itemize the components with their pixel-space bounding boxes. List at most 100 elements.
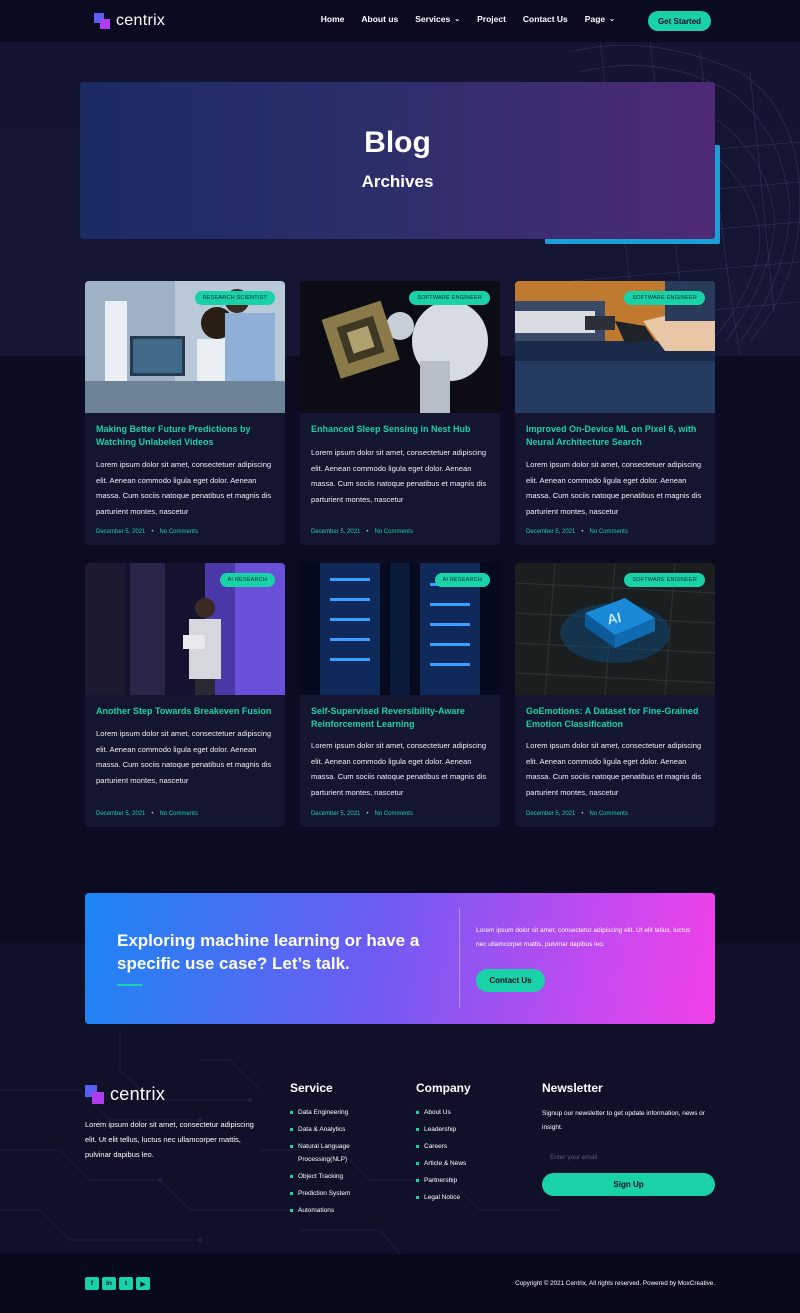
post-meta: December 5, 2021 • No Comments: [311, 529, 413, 535]
nav-item-label: About us: [361, 14, 399, 24]
post-title[interactable]: Improved On-Device ML on Pixel 6, with N…: [526, 423, 706, 448]
hero-banner: [80, 82, 715, 239]
nav-item-project[interactable]: Project: [477, 14, 506, 24]
post-comments-link[interactable]: No Comments: [374, 811, 412, 817]
post-date[interactable]: December 5, 2021: [96, 811, 145, 817]
blog-post-card[interactable]: Software Engineer Improved On-Device ML o…: [515, 281, 715, 545]
category-badge[interactable]: Software Engineer: [409, 291, 490, 305]
company-link[interactable]: Partnership: [416, 1174, 511, 1187]
cta-underline: [117, 984, 142, 986]
link-label: Careers: [424, 1143, 448, 1150]
meta-separator-dot: •: [581, 811, 584, 817]
blog-post-card[interactable]: Research Scientist Making Better Future P…: [85, 281, 285, 545]
service-link[interactable]: Data Engineering: [290, 1106, 385, 1119]
post-date[interactable]: December 5, 2021: [526, 529, 575, 535]
footer-brand-name: centrix: [110, 1084, 166, 1104]
meta-separator-dot: •: [151, 529, 154, 535]
company-link[interactable]: About Us: [416, 1106, 511, 1119]
company-link[interactable]: Leadership: [416, 1123, 511, 1136]
nav-menu: Home About us Services ⌄ Project Contact Us Pa…: [321, 14, 615, 24]
company-link[interactable]: Article & News: [416, 1157, 511, 1170]
service-link[interactable]: Natural Language Processing(NLP): [290, 1140, 385, 1166]
blog-post-card[interactable]: Software Engineer Enhanced Sleep Sensing …: [300, 281, 500, 545]
post-excerpt: Lorem ipsum dolor sit amet, consectetuer…: [96, 460, 272, 516]
contact-us-button[interactable]: Contact Us: [476, 969, 545, 992]
chevron-down-icon: ⌄: [609, 16, 615, 23]
footer-logo[interactable]: centrix: [85, 1084, 165, 1105]
copyright-text: Copyright © 2021 Centrix, All rights res…: [515, 1280, 715, 1287]
post-title[interactable]: Another Step Towards Breakeven Fusion: [96, 705, 276, 718]
blog-post-card[interactable]: AI Research Another Step Towards Breakeve…: [85, 563, 285, 827]
category-badge[interactable]: Software Engineer: [624, 291, 705, 305]
cta-divider: [459, 908, 460, 1008]
post-date[interactable]: December 5, 2021: [96, 529, 145, 535]
bullet-square-icon: [416, 1162, 419, 1165]
sign-up-button[interactable]: Sign Up: [542, 1173, 715, 1196]
nav-item-label: Home: [320, 14, 345, 24]
nav-item-about-us[interactable]: About us: [361, 14, 398, 24]
bullet-square-icon: [290, 1192, 293, 1195]
company-link[interactable]: Careers: [416, 1140, 511, 1153]
nav-item-contact-us[interactable]: Contact Us: [523, 14, 568, 24]
company-link[interactable]: Legal Notice: [416, 1191, 511, 1204]
post-date[interactable]: December 5, 2021: [526, 811, 575, 817]
post-comments-link[interactable]: No Comments: [589, 811, 627, 817]
linkedin-icon[interactable]: in: [102, 1277, 116, 1290]
service-link[interactable]: Automations: [290, 1204, 385, 1217]
link-label: Legal Notice: [424, 1194, 461, 1201]
nav-item-label: Services: [415, 14, 451, 24]
bullet-square-icon: [290, 1175, 293, 1178]
link-label: Prediction System: [298, 1190, 351, 1197]
footer-about-text: Lorem ipsum dolor sit amet, consectetur …: [85, 1120, 254, 1159]
bullet-square-icon: [416, 1179, 419, 1182]
link-label: Object Tracking: [298, 1173, 344, 1180]
post-meta: December 5, 2021 • No Comments: [96, 811, 198, 817]
bullet-square-icon: [416, 1196, 419, 1199]
get-started-button[interactable]: Get Started: [648, 11, 711, 31]
cta-title: Exploring machine learning or have a spe…: [117, 931, 420, 973]
logo-mark-icon: [85, 1085, 104, 1104]
logo-mark-icon: [94, 13, 110, 29]
post-meta: December 5, 2021 • No Comments: [311, 811, 413, 817]
post-date[interactable]: December 5, 2021: [311, 811, 360, 817]
category-badge[interactable]: AI Research: [219, 573, 275, 587]
blog-post-card[interactable]: AI Research Self-Supervised Reversibility…: [300, 563, 500, 827]
brand-logo[interactable]: centrix: [94, 12, 165, 30]
service-link[interactable]: Data & Analytics: [290, 1123, 385, 1136]
post-comments-link[interactable]: No Comments: [159, 529, 197, 535]
brand-name: centrix: [116, 12, 166, 29]
service-link[interactable]: Prediction System: [290, 1187, 385, 1200]
post-meta: December 5, 2021 • No Comments: [526, 529, 628, 535]
nav-item-label: Page: [584, 14, 606, 24]
link-label: About Us: [424, 1109, 451, 1116]
service-link[interactable]: Object Tracking: [290, 1170, 385, 1183]
post-comments-link[interactable]: No Comments: [159, 811, 197, 817]
post-comments-link[interactable]: No Comments: [589, 529, 627, 535]
post-date[interactable]: December 5, 2021: [311, 529, 360, 535]
twitter-icon[interactable]: t: [119, 1277, 133, 1290]
category-badge[interactable]: AI Research: [434, 573, 490, 587]
post-title[interactable]: Making Better Future Predictions by Watc…: [96, 423, 276, 448]
nav-item-services[interactable]: Services ⌄: [415, 14, 460, 24]
nav-item-label: Project: [477, 14, 506, 24]
post-title[interactable]: Enhanced Sleep Sensing in Nest Hub: [311, 423, 491, 436]
category-badge[interactable]: Research Scientist: [194, 291, 275, 305]
facebook-icon[interactable]: f: [85, 1277, 99, 1290]
blog-post-card[interactable]: AI Software Engineer GoEmotions: A Dataset…: [515, 563, 715, 827]
post-comments-link[interactable]: No Comments: [374, 529, 412, 535]
link-label: Leadership: [424, 1126, 457, 1133]
nav-item-page[interactable]: Page ⌄: [585, 14, 615, 24]
page-subtitle: Archives: [361, 172, 434, 191]
cta-text: Lorem ipsum dolor sit amet, consectetur …: [476, 927, 691, 948]
post-title[interactable]: Self-Supervised Reversibility-Aware Rein…: [311, 705, 491, 730]
newsletter-text: Signup our newsletter to get update info…: [542, 1110, 705, 1131]
nav-item-home[interactable]: Home: [321, 14, 345, 24]
link-label: Article & News: [424, 1160, 467, 1167]
category-badge[interactable]: Software Engineer: [624, 573, 705, 587]
social-links: f in t ▶: [85, 1277, 150, 1290]
newsletter-email-input[interactable]: [542, 1148, 715, 1166]
youtube-icon[interactable]: ▶: [136, 1277, 150, 1290]
page-title: Blog: [364, 126, 431, 159]
post-excerpt: Lorem ipsum dolor sit amet, consectetuer…: [526, 741, 702, 797]
post-title[interactable]: GoEmotions: A Dataset for Fine-Grained E…: [526, 705, 706, 730]
